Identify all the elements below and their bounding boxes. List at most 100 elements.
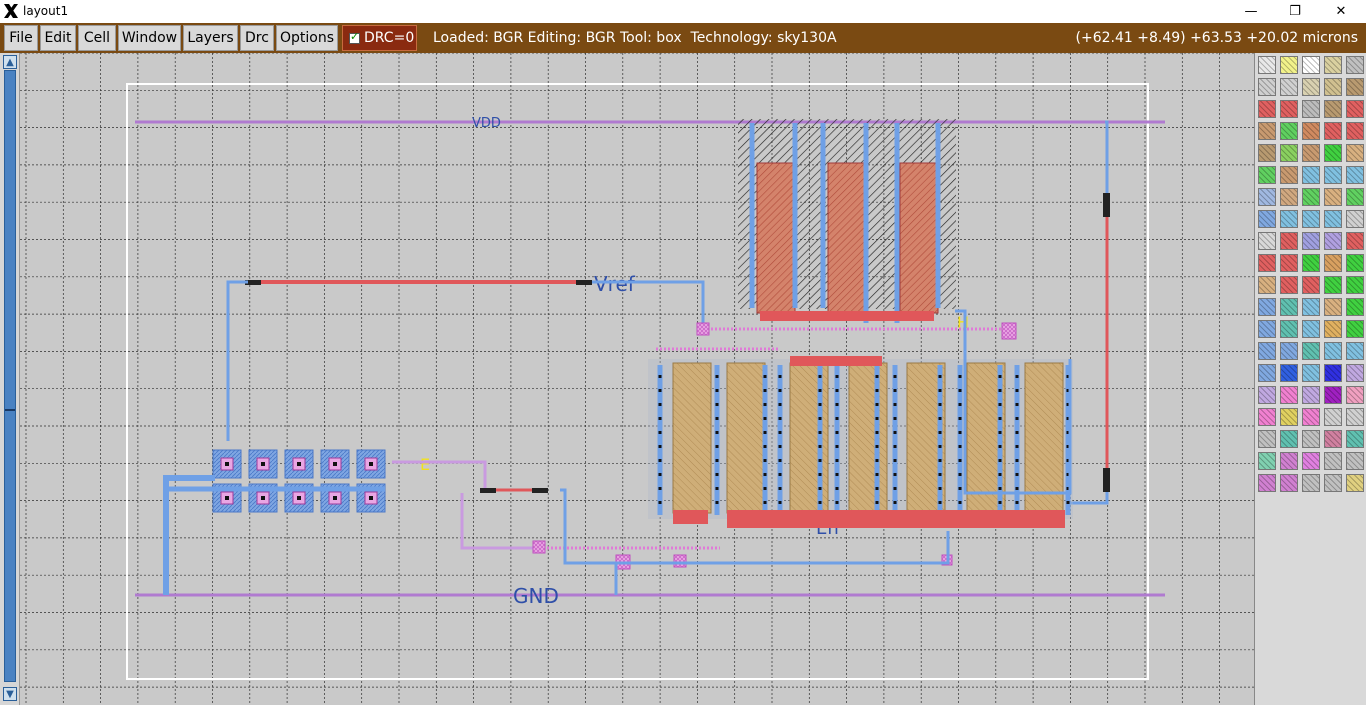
layer-swatch[interactable] — [1258, 276, 1276, 294]
layer-swatch[interactable] — [1258, 254, 1276, 272]
layer-swatch[interactable] — [1258, 122, 1276, 140]
layer-swatch[interactable] — [1324, 298, 1342, 316]
layer-swatch[interactable] — [1302, 474, 1320, 492]
layer-swatch[interactable] — [1302, 430, 1320, 448]
layer-swatch[interactable] — [1324, 320, 1342, 338]
layer-swatch[interactable] — [1324, 188, 1342, 206]
layer-swatch[interactable] — [1302, 78, 1320, 96]
layer-swatch[interactable] — [1302, 342, 1320, 360]
layer-swatch[interactable] — [1280, 78, 1298, 96]
layer-swatch[interactable] — [1302, 298, 1320, 316]
layer-swatch[interactable] — [1280, 320, 1298, 338]
layer-swatch[interactable] — [1258, 320, 1276, 338]
layer-swatch[interactable] — [1280, 298, 1298, 316]
menu-window[interactable]: Window — [118, 25, 181, 51]
layer-swatch[interactable] — [1280, 386, 1298, 404]
layer-swatch[interactable] — [1280, 232, 1298, 250]
layer-swatch[interactable] — [1280, 254, 1298, 272]
layer-swatch[interactable] — [1302, 408, 1320, 426]
menu-drc[interactable]: Drc — [240, 25, 274, 51]
layer-swatch[interactable] — [1258, 100, 1276, 118]
layer-swatch[interactable] — [1346, 430, 1364, 448]
layer-swatch[interactable] — [1258, 452, 1276, 470]
layer-swatch[interactable] — [1324, 452, 1342, 470]
menu-cell[interactable]: Cell — [78, 25, 116, 51]
layer-swatch[interactable] — [1302, 100, 1320, 118]
layer-palette[interactable] — [1254, 53, 1366, 705]
layer-swatch[interactable] — [1302, 320, 1320, 338]
layer-swatch[interactable] — [1324, 144, 1342, 162]
close-button[interactable]: ✕ — [1318, 0, 1364, 23]
scroll-down-arrow-icon[interactable]: ▼ — [3, 687, 17, 701]
layer-swatch[interactable] — [1258, 210, 1276, 228]
layer-swatch[interactable] — [1280, 364, 1298, 382]
layer-swatch[interactable] — [1258, 166, 1276, 184]
layer-swatch[interactable] — [1302, 452, 1320, 470]
layer-swatch[interactable] — [1324, 474, 1342, 492]
layer-swatch[interactable] — [1302, 386, 1320, 404]
layer-swatch[interactable] — [1258, 56, 1276, 74]
layer-swatch[interactable] — [1302, 166, 1320, 184]
layer-swatch[interactable] — [1346, 188, 1364, 206]
layer-swatch[interactable] — [1258, 408, 1276, 426]
layer-swatch[interactable] — [1258, 386, 1276, 404]
layer-swatch[interactable] — [1280, 452, 1298, 470]
layer-swatch[interactable] — [1324, 386, 1342, 404]
layer-swatch[interactable] — [1258, 474, 1276, 492]
layer-swatch[interactable] — [1258, 232, 1276, 250]
layer-swatch[interactable] — [1280, 188, 1298, 206]
layer-swatch[interactable] — [1346, 210, 1364, 228]
layer-swatch[interactable] — [1258, 342, 1276, 360]
layer-swatch[interactable] — [1280, 56, 1298, 74]
layer-swatch[interactable] — [1346, 144, 1364, 162]
layer-swatch[interactable] — [1324, 166, 1342, 184]
layer-swatch[interactable] — [1346, 232, 1364, 250]
layer-swatch[interactable] — [1302, 210, 1320, 228]
scrollbar-thumb[interactable] — [4, 70, 16, 682]
layer-swatch[interactable] — [1346, 452, 1364, 470]
layer-swatch[interactable] — [1258, 78, 1276, 96]
layer-swatch[interactable] — [1302, 232, 1320, 250]
layer-swatch[interactable] — [1324, 430, 1342, 448]
layer-swatch[interactable] — [1280, 100, 1298, 118]
layer-swatch[interactable] — [1280, 430, 1298, 448]
layer-swatch[interactable] — [1324, 342, 1342, 360]
layer-swatch[interactable] — [1280, 144, 1298, 162]
layer-swatch[interactable] — [1346, 474, 1364, 492]
layer-swatch[interactable] — [1324, 276, 1342, 294]
layer-swatch[interactable] — [1346, 342, 1364, 360]
layer-swatch[interactable] — [1324, 56, 1342, 74]
layer-swatch[interactable] — [1302, 56, 1320, 74]
layer-swatch[interactable] — [1302, 254, 1320, 272]
layer-swatch[interactable] — [1346, 364, 1364, 382]
layer-swatch[interactable] — [1346, 298, 1364, 316]
layer-swatch[interactable] — [1346, 100, 1364, 118]
layer-swatch[interactable] — [1280, 408, 1298, 426]
layer-swatch[interactable] — [1346, 78, 1364, 96]
menu-edit[interactable]: Edit — [40, 25, 76, 51]
layer-swatch[interactable] — [1324, 78, 1342, 96]
layer-swatch[interactable] — [1302, 122, 1320, 140]
menu-file[interactable]: File — [4, 25, 38, 51]
layer-swatch[interactable] — [1258, 364, 1276, 382]
layer-swatch[interactable] — [1324, 232, 1342, 250]
layer-swatch[interactable] — [1324, 364, 1342, 382]
restore-button[interactable]: ❐ — [1272, 0, 1318, 23]
layer-swatch[interactable] — [1346, 56, 1364, 74]
layer-swatch[interactable] — [1280, 210, 1298, 228]
layer-swatch[interactable] — [1302, 276, 1320, 294]
drc-toggle[interactable]: DRC=0 — [342, 25, 417, 51]
drc-checkbox-icon[interactable] — [349, 30, 360, 44]
layer-swatch[interactable] — [1346, 254, 1364, 272]
layer-swatch[interactable] — [1258, 188, 1276, 206]
layer-swatch[interactable] — [1280, 342, 1298, 360]
layer-swatch[interactable] — [1324, 408, 1342, 426]
menu-layers[interactable]: Layers — [183, 25, 238, 51]
layout-drawing[interactable]: VDD Vref GND E H A En — [20, 53, 1254, 705]
layer-swatch[interactable] — [1324, 254, 1342, 272]
layer-swatch[interactable] — [1280, 474, 1298, 492]
layer-swatch[interactable] — [1302, 144, 1320, 162]
layer-swatch[interactable] — [1302, 364, 1320, 382]
layer-swatch[interactable] — [1280, 276, 1298, 294]
layer-swatch[interactable] — [1302, 188, 1320, 206]
